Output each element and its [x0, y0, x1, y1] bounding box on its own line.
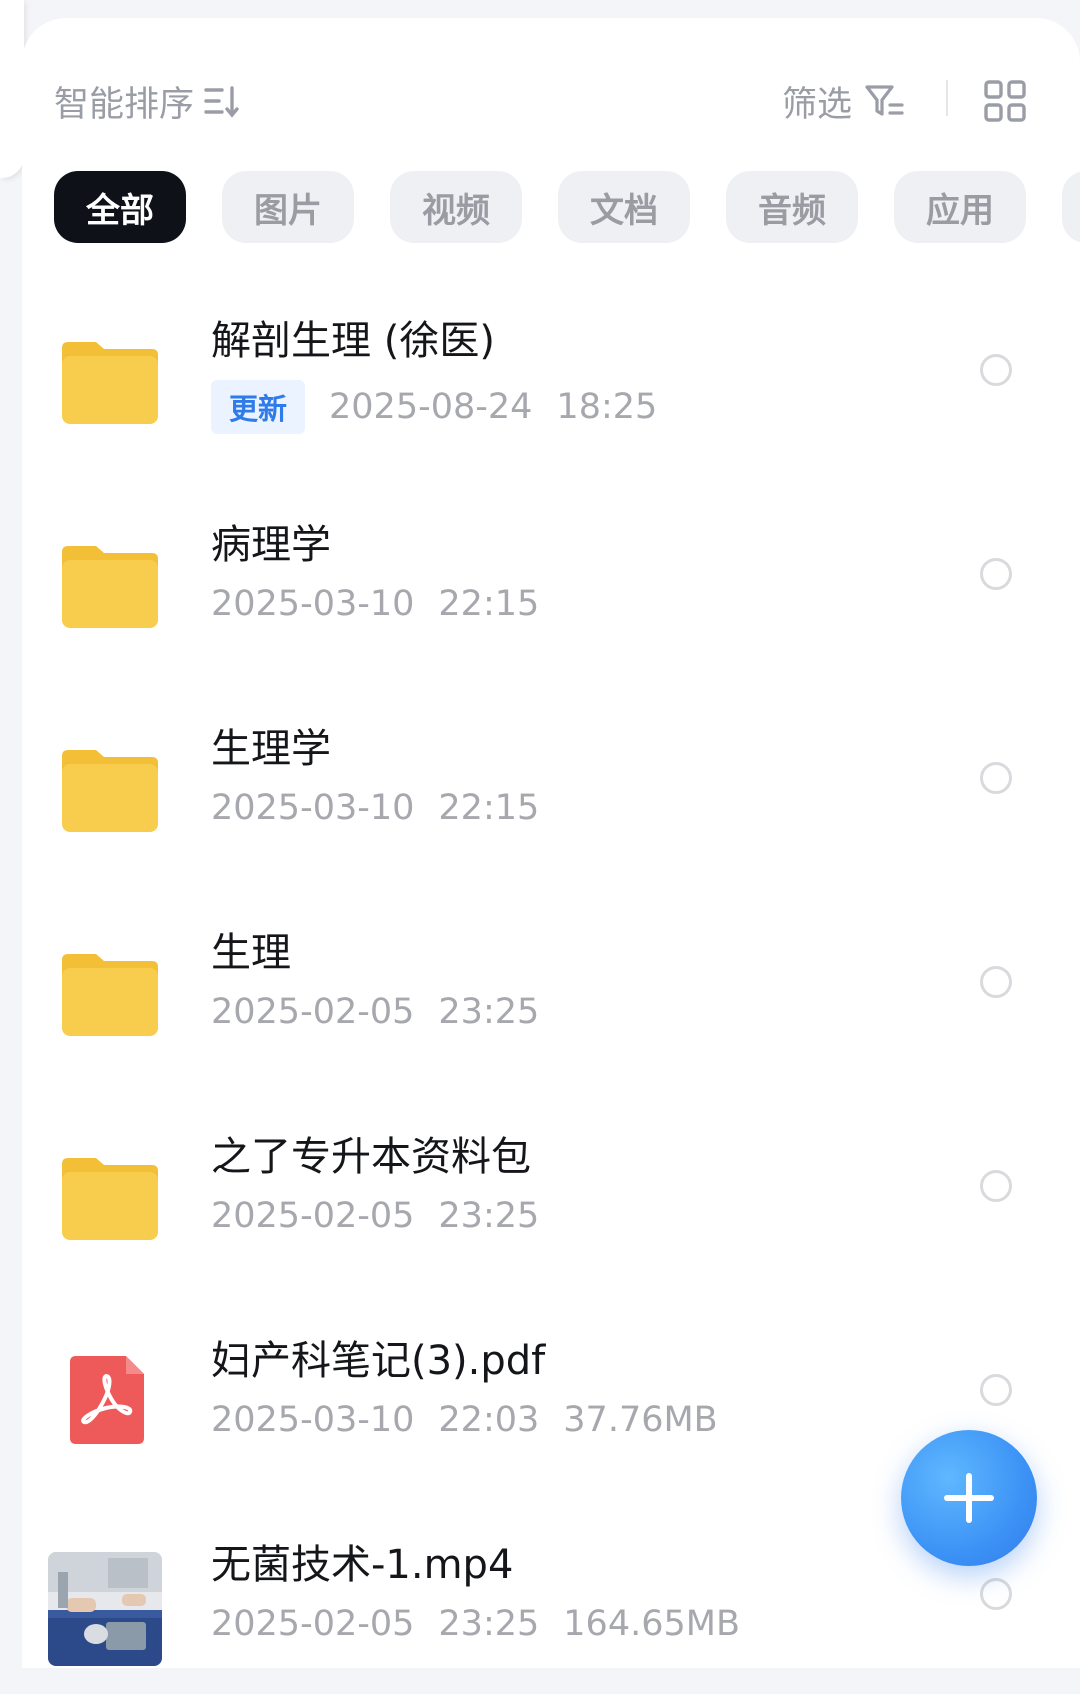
select-radio[interactable]: [980, 558, 1012, 590]
tab-more[interactable]: [1062, 171, 1080, 243]
plus-icon: [944, 1473, 994, 1523]
list-item[interactable]: 病理学 2025-03-10 22:15: [0, 470, 1080, 674]
file-date: 2025-03-10: [211, 788, 415, 828]
select-radio[interactable]: [980, 762, 1012, 794]
file-meta: 2025-03-10 22:15: [211, 788, 563, 828]
file-name: 妇产科笔记(3).pdf: [211, 1338, 546, 1384]
list-item[interactable]: 之了专升本资料包 2025-02-05 23:25: [0, 1082, 1080, 1286]
filter-button[interactable]: 筛选: [782, 76, 906, 127]
file-time: 18:25: [556, 387, 658, 427]
folder-icon: [62, 1158, 158, 1240]
tab-videos[interactable]: 视频: [390, 171, 522, 243]
file-name: 解剖生理 (徐医): [211, 318, 495, 364]
file-time: 23:25: [438, 992, 540, 1032]
file-size: 164.65MB: [563, 1604, 740, 1644]
tab-all[interactable]: 全部: [54, 171, 186, 243]
list-item[interactable]: 解剖生理 (徐医) 更新 2025-08-24 18:25: [0, 266, 1080, 470]
pdf-icon: [70, 1356, 144, 1444]
file-time: 23:25: [438, 1604, 540, 1644]
file-date: 2025-02-05: [211, 1196, 415, 1236]
tab-apps[interactable]: 应用: [894, 171, 1026, 243]
tab-images[interactable]: 图片: [222, 171, 354, 243]
sort-label: 智能排序: [54, 85, 195, 125]
file-meta: 2025-03-10 22:15: [211, 584, 563, 624]
file-date: 2025-03-10: [211, 1400, 415, 1440]
file-name: 生理学: [211, 726, 331, 772]
select-radio[interactable]: [980, 1578, 1012, 1610]
update-badge: 更新: [211, 380, 306, 434]
file-name: 无菌技术-1.mp4: [211, 1542, 514, 1588]
file-name: 生理: [211, 930, 291, 976]
folder-icon: [62, 750, 158, 832]
file-time: 22:15: [438, 788, 540, 828]
sort-icon: [204, 85, 239, 118]
sort-button[interactable]: 智能排序: [54, 76, 242, 127]
file-name: 之了专升本资料包: [211, 1134, 531, 1180]
file-meta: 更新 2025-08-24 18:25: [211, 380, 681, 434]
folder-icon: [62, 546, 158, 628]
select-radio[interactable]: [980, 966, 1012, 998]
folder-icon: [62, 342, 158, 424]
folder-icon: [62, 954, 158, 1036]
filter-icon: [865, 84, 904, 116]
file-size: 37.76MB: [563, 1400, 718, 1440]
list-item[interactable]: 生理 2025-02-05 23:25: [0, 878, 1080, 1082]
video-thumbnail: [48, 1552, 162, 1666]
file-date: 2025-02-05: [211, 1604, 415, 1644]
grid-view-icon[interactable]: [984, 80, 1026, 122]
tab-audio[interactable]: 音频: [726, 171, 858, 243]
select-radio[interactable]: [980, 1170, 1012, 1202]
file-name: 病理学: [211, 522, 331, 568]
add-button[interactable]: [901, 1430, 1037, 1566]
file-meta: 2025-03-10 22:03 37.76MB: [211, 1400, 742, 1440]
file-time: 22:03: [438, 1400, 540, 1440]
file-meta: 2025-02-05 23:25 164.65MB: [211, 1604, 764, 1644]
tab-documents[interactable]: 文档: [558, 171, 690, 243]
file-date: 2025-03-10: [211, 584, 415, 624]
select-radio[interactable]: [980, 1374, 1012, 1406]
select-radio[interactable]: [980, 354, 1012, 386]
file-meta: 2025-02-05 23:25: [211, 1196, 563, 1236]
list-item[interactable]: 生理学 2025-03-10 22:15: [0, 674, 1080, 878]
file-time: 23:25: [438, 1196, 540, 1236]
file-date: 2025-02-05: [211, 992, 415, 1032]
category-tabs: 全部 图片 视频 文档 音频 应用: [54, 171, 1080, 243]
file-date: 2025-08-24: [329, 387, 533, 427]
file-time: 22:15: [438, 584, 540, 624]
toolbar: 智能排序 筛选: [0, 0, 1080, 200]
filter-label: 筛选: [782, 85, 853, 125]
file-meta: 2025-02-05 23:25: [211, 992, 563, 1032]
toolbar-divider: [946, 80, 948, 116]
